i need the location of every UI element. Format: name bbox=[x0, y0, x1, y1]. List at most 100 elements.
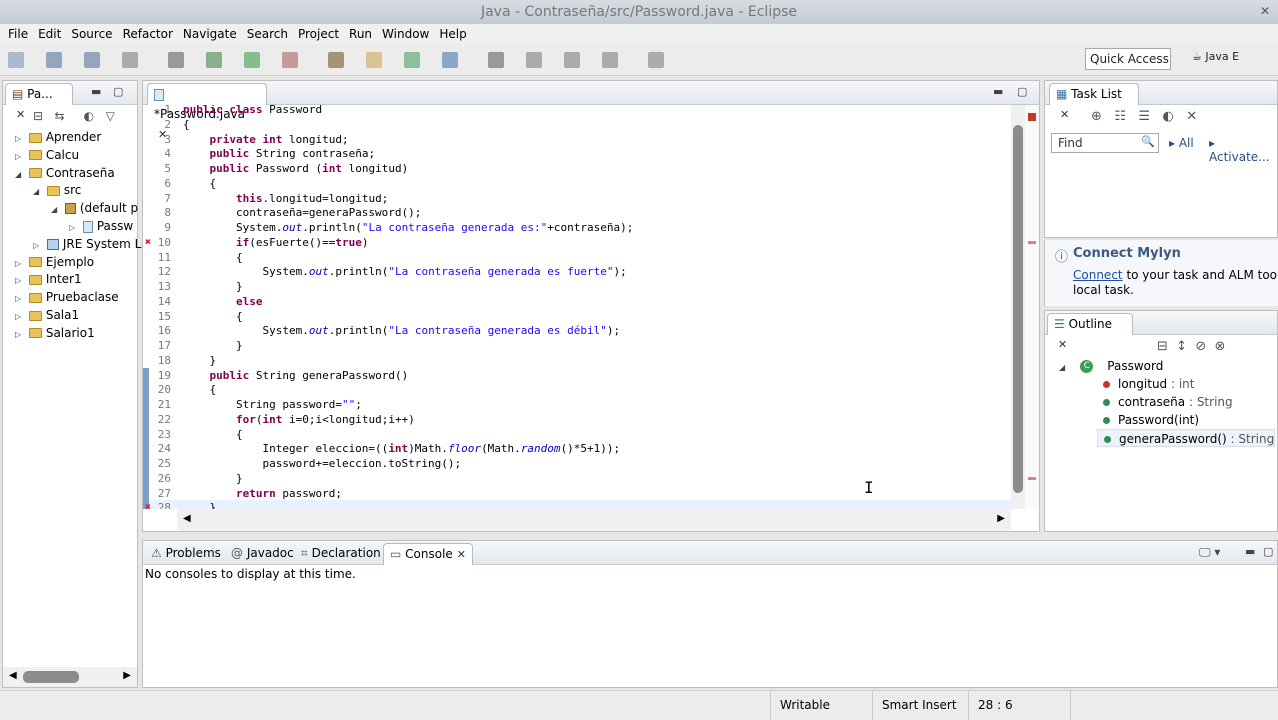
quick-access-input[interactable]: Quick Access bbox=[1085, 48, 1171, 70]
scroll-thumb[interactable] bbox=[23, 671, 79, 683]
maximize-icon[interactable]: ▢ bbox=[1017, 85, 1027, 98]
tree-item[interactable]: ▷ Sala1 bbox=[15, 306, 79, 324]
code-line[interactable]: 13 } bbox=[143, 279, 1011, 294]
expanded-twisty-icon[interactable]: ◢ bbox=[51, 201, 61, 219]
close-icon[interactable]: ✕ bbox=[16, 108, 25, 121]
all-filter[interactable]: ▸ All bbox=[1169, 136, 1194, 150]
minimize-icon[interactable]: ▬ bbox=[91, 85, 101, 98]
outline-class[interactable]: ◢ C Password bbox=[1059, 357, 1163, 375]
scroll-thumb[interactable] bbox=[1013, 125, 1023, 493]
code-line[interactable]: 2{ bbox=[143, 117, 1011, 132]
code-line[interactable]: 12 System.out.println("La contraseña gen… bbox=[143, 264, 1011, 279]
code-line[interactable]: 3 private int longitud; bbox=[143, 132, 1011, 147]
code-line[interactable]: 1 public class Password bbox=[143, 105, 1011, 117]
tab-console[interactable]: ▭ Console ✕ bbox=[383, 543, 474, 565]
scheduled-icon[interactable]: ☰ bbox=[1138, 109, 1150, 124]
print-icon[interactable] bbox=[122, 52, 138, 68]
open-console-icon[interactable]: 🖵 ▾ bbox=[1199, 545, 1220, 560]
tree-item[interactable]: ◢ Contraseña bbox=[15, 164, 115, 182]
back-icon[interactable] bbox=[602, 52, 618, 68]
scroll-right-icon[interactable]: ▶ bbox=[123, 670, 131, 681]
editor-horizontal-scrollbar[interactable]: ◀ ▶ bbox=[177, 509, 1011, 531]
code-line[interactable]: 11 { bbox=[143, 250, 1011, 265]
run-icon[interactable] bbox=[244, 52, 260, 68]
code-line[interactable]: 7 this.longitud=longitud; bbox=[143, 191, 1011, 206]
activate-filter[interactable]: ▸ Activate... bbox=[1209, 136, 1277, 164]
collapse-all-icon[interactable]: ⊟ bbox=[33, 109, 43, 123]
open-type-icon[interactable] bbox=[442, 52, 458, 68]
new-package-icon[interactable] bbox=[366, 52, 382, 68]
error-marker-icon[interactable]: ✖ bbox=[145, 235, 151, 250]
hide-completed-icon[interactable]: ✕ bbox=[1186, 109, 1197, 124]
view-menu-icon[interactable]: ▽ bbox=[106, 109, 115, 123]
code-line[interactable]: 5 public Password (int longitud) bbox=[143, 161, 1011, 176]
sort-icon[interactable]: ↕ bbox=[1176, 339, 1187, 354]
menu-source[interactable]: Source bbox=[71, 27, 112, 41]
menu-help[interactable]: Help bbox=[439, 27, 466, 41]
expanded-twisty-icon[interactable]: ◢ bbox=[1059, 359, 1069, 377]
focus-icon[interactable]: ◐ bbox=[1162, 109, 1173, 124]
save-all-icon[interactable] bbox=[84, 52, 100, 68]
code-line[interactable]: 4 public String contraseña; bbox=[143, 146, 1011, 161]
outline-member[interactable]: contraseña : String bbox=[1103, 393, 1233, 411]
code-line[interactable]: 25 password+=eleccion.toString(); bbox=[143, 456, 1011, 471]
tab-problems[interactable]: ⚠ Problems bbox=[145, 543, 227, 565]
focus-icon[interactable]: ◐ bbox=[84, 109, 94, 123]
close-window-icon[interactable]: ✕ bbox=[1258, 4, 1272, 18]
tree-item[interactable]: ▷ Pruebaclase bbox=[15, 288, 119, 306]
menu-project[interactable]: Project bbox=[298, 27, 339, 41]
code-line[interactable]: 16 System.out.println("La contraseña gen… bbox=[143, 323, 1011, 338]
collapsed-twisty-icon[interactable]: ▷ bbox=[15, 326, 25, 344]
tab-package-explorer[interactable]: ▤ Pa... ✕ bbox=[5, 83, 73, 121]
code-line[interactable]: 15 { bbox=[143, 309, 1011, 324]
tree-item[interactable]: ▷ Calcu bbox=[15, 146, 79, 164]
code-line[interactable]: 20 { bbox=[143, 382, 1011, 398]
new-java-project-icon[interactable] bbox=[328, 52, 344, 68]
code-editor[interactable]: 1 public class Password 2{3 private int lo… bbox=[143, 105, 1011, 509]
outline-member[interactable]: Password(int) bbox=[1103, 411, 1199, 429]
menu-navigate[interactable]: Navigate bbox=[183, 27, 237, 41]
tree-item[interactable]: ▷ Passw bbox=[69, 217, 133, 235]
tree-item[interactable]: ▷ JRE System L bbox=[33, 235, 141, 253]
code-line[interactable]: 22 for(int i=0;i<longitud;i++) bbox=[143, 411, 1011, 427]
tab-declaration[interactable]: ⌗ Declaration bbox=[295, 543, 387, 565]
tree-item[interactable]: ▷ Ejemplo bbox=[15, 253, 94, 271]
tree-item[interactable]: ▷ Salario1 bbox=[15, 324, 95, 342]
code-line[interactable]: 18 } bbox=[143, 353, 1011, 368]
new-icon[interactable] bbox=[8, 52, 24, 68]
tree-item[interactable]: ◢ (default p bbox=[51, 199, 138, 217]
new-task-icon[interactable]: ⊕ bbox=[1091, 109, 1102, 124]
collapse-all-icon[interactable]: ⊟ bbox=[1157, 339, 1168, 354]
perspective-switcher[interactable]: ☕ Java E bbox=[1192, 50, 1239, 63]
code-line[interactable]: 27 return password; bbox=[143, 485, 1011, 501]
error-marker-icon[interactable]: ✖ bbox=[145, 500, 151, 509]
tree-item[interactable]: ▷ Inter1 bbox=[15, 270, 82, 288]
new-class-icon[interactable] bbox=[404, 52, 420, 68]
code-line[interactable]: 8 contraseña=generaPassword(); bbox=[143, 205, 1011, 220]
expanded-twisty-icon[interactable]: ◢ bbox=[33, 183, 43, 201]
menu-run[interactable]: Run bbox=[349, 27, 372, 41]
error-marker-icon[interactable] bbox=[1028, 113, 1036, 121]
save-icon[interactable] bbox=[46, 52, 62, 68]
minimize-icon[interactable]: ▬ bbox=[1245, 545, 1255, 558]
code-line[interactable]: 17 } bbox=[143, 338, 1011, 353]
tab-outline[interactable]: ☰ Outline ✕ bbox=[1047, 313, 1133, 351]
scroll-left-icon[interactable]: ◀ bbox=[9, 670, 17, 681]
code-line[interactable]: 6 { bbox=[143, 176, 1011, 191]
forward-icon[interactable] bbox=[648, 52, 664, 68]
code-line[interactable]: 28 } ✖ bbox=[143, 500, 1011, 509]
code-line[interactable]: 21 String password=""; bbox=[143, 397, 1011, 412]
prev-annotation-icon[interactable] bbox=[564, 52, 580, 68]
code-line[interactable]: 10 if(esFuerte()==true) ✖ bbox=[143, 235, 1011, 250]
outline-member[interactable]: generaPassword() : String bbox=[1097, 429, 1276, 447]
search-icon[interactable] bbox=[488, 52, 504, 68]
tree-item[interactable]: ▷ Aprender bbox=[15, 128, 101, 146]
tab-javadoc[interactable]: @ Javadoc bbox=[225, 543, 300, 565]
maximize-icon[interactable]: ▢ bbox=[113, 85, 123, 98]
hide-fields-icon[interactable]: ⊘ bbox=[1195, 339, 1206, 354]
outline-member[interactable]: longitud : int bbox=[1103, 375, 1195, 393]
code-line[interactable]: 19 public String generaPassword() bbox=[143, 367, 1011, 383]
menu-refactor[interactable]: Refactor bbox=[123, 27, 173, 41]
close-icon[interactable]: ✕ bbox=[457, 548, 466, 561]
menu-search[interactable]: Search bbox=[247, 27, 288, 41]
